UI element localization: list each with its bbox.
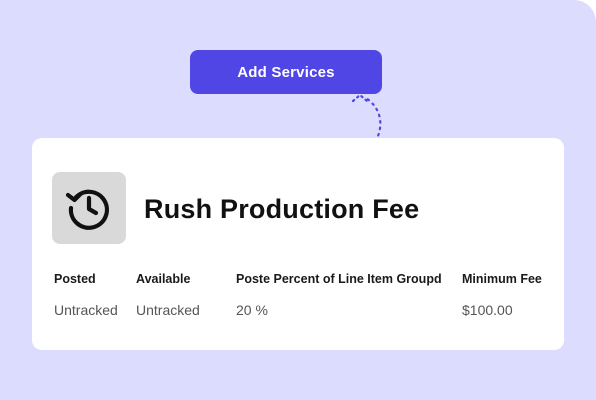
percent-header: Poste Percent of Line Item Groupd [236, 272, 442, 286]
service-icon-tile [52, 172, 126, 244]
percent-value: 20 % [236, 302, 268, 318]
posted-value: Untracked [54, 302, 118, 318]
available-header: Available [136, 272, 191, 286]
service-card: Rush Production Fee Posted Untracked Ava… [32, 138, 564, 350]
posted-header: Posted [54, 272, 96, 286]
minimum-fee-value: $100.00 [462, 302, 513, 318]
minimum-fee-header: Minimum Fee [462, 272, 542, 286]
add-services-button[interactable]: Add Services [190, 50, 382, 94]
available-value: Untracked [136, 302, 200, 318]
history-clock-icon [65, 189, 110, 230]
background-panel: Add Services Rush Production Fee Posted … [0, 0, 596, 400]
service-title: Rush Production Fee [144, 194, 420, 224]
